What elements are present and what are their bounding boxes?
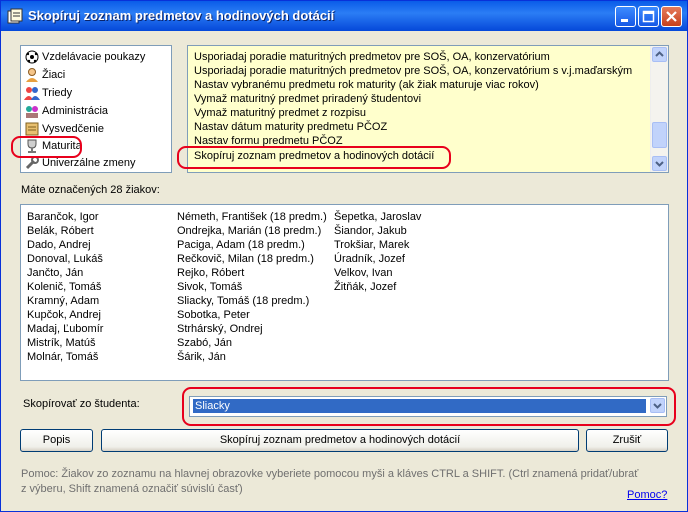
scroll-up-button[interactable]	[652, 47, 667, 62]
admin-icon	[26, 106, 38, 118]
student-item[interactable]: Kolenič, Tomáš	[27, 280, 101, 294]
action-item[interactable]: Nastav vybranému predmetu rok maturity (…	[194, 79, 539, 92]
student-item[interactable]: Szabó, Ján	[177, 336, 232, 350]
module-label: Vzdelávacie poukazy	[42, 51, 146, 63]
describe-button[interactable]: Popis	[20, 429, 93, 452]
module-item-triedy[interactable]: Triedy	[24, 85, 72, 101]
ball-icon	[25, 50, 39, 64]
module-item-vysvedcenie[interactable]: Vysvedčenie	[24, 121, 104, 137]
module-label: Univerzálne zmeny	[42, 157, 136, 169]
student-item[interactable]: Trokšiar, Marek	[334, 238, 409, 252]
student-item[interactable]: Belák, Róbert	[27, 224, 94, 238]
student-item[interactable]: Úradník, Jozef	[334, 252, 405, 266]
student-item[interactable]: Sliacky, Tomáš (18 predm.)	[177, 294, 309, 308]
student-item[interactable]: Sivok, Tomáš	[177, 280, 242, 294]
help-link[interactable]: Pomoc?	[627, 489, 667, 501]
student-item[interactable]: Kramný, Adam	[27, 294, 99, 308]
chevron-down-icon	[655, 161, 664, 167]
selected-count-label: Máte označených 28 žiakov:	[21, 184, 160, 196]
highlight-copy-from	[182, 387, 676, 426]
student-item[interactable]: Šiandor, Jakub	[334, 224, 407, 238]
scroll-down-button[interactable]	[652, 156, 667, 171]
cancel-button[interactable]: Zrušiť	[586, 429, 668, 452]
student-item[interactable]: Molnár, Tomáš	[27, 350, 98, 364]
action-item[interactable]: Usporiadaj poradie maturitných predmetov…	[194, 51, 550, 64]
execute-copy-button[interactable]: Skopíruj zoznam predmetov a hodinových d…	[101, 429, 579, 452]
module-label: Triedy	[42, 87, 73, 99]
student-icon	[26, 68, 38, 82]
maximize-icon	[642, 10, 655, 23]
student-item[interactable]: Strhárský, Ondrej	[177, 322, 263, 336]
module-label: Vysvedčenie	[42, 123, 104, 135]
copy-from-label: Skopírovať zo študenta:	[23, 398, 140, 410]
certificate-icon	[25, 122, 39, 136]
student-item[interactable]: Šepetka, Jaroslav	[334, 210, 421, 224]
minimize-icon	[621, 19, 628, 22]
module-item-vzdelavacie-poukazy[interactable]: Vzdelávacie poukazy	[24, 49, 145, 65]
action-item[interactable]: Usporiadaj poradie maturitných predmetov…	[194, 65, 632, 78]
module-label: Administrácia	[42, 105, 109, 117]
help-line-1: Pomoc: Žiakov zo zoznamu na hlavnej obra…	[21, 468, 639, 480]
module-item-administracia[interactable]: Administrácia	[24, 103, 108, 119]
module-label: Žiaci	[42, 69, 66, 81]
close-button[interactable]	[661, 6, 682, 27]
group-icon	[24, 87, 40, 100]
chevron-up-icon	[655, 51, 664, 57]
maximize-button[interactable]	[638, 6, 659, 27]
highlight-maturita	[11, 136, 82, 158]
action-item[interactable]: Vymaž maturitný predmet priradený študen…	[194, 93, 421, 106]
title-bar[interactable]: Skopíruj zoznam predmetov a hodinových d…	[1, 1, 687, 31]
student-item[interactable]: Sobotka, Peter	[177, 308, 250, 322]
action-list-scrollbar[interactable]	[650, 46, 668, 172]
student-item[interactable]: Šárik, Ján	[177, 350, 226, 364]
student-item[interactable]: Donoval, Lukáš	[27, 252, 103, 266]
student-item[interactable]: Mistrík, Matúš	[27, 336, 95, 350]
highlight-action	[177, 146, 451, 169]
student-item[interactable]: Madaj, Ľubomír	[27, 322, 103, 336]
scroll-thumb[interactable]	[652, 122, 667, 148]
close-icon	[666, 11, 677, 22]
student-item[interactable]: Paciga, Adam (18 predm.)	[177, 238, 305, 252]
dialog-window: Skopíruj zoznam predmetov a hodinových d…	[0, 0, 688, 512]
student-item[interactable]: Jančto, Ján	[27, 266, 83, 280]
student-item[interactable]: Žitňák, Jozef	[334, 280, 396, 294]
student-item[interactable]: Barančok, Igor	[27, 210, 99, 224]
student-item[interactable]: Dado, Andrej	[27, 238, 91, 252]
action-item[interactable]: Vymaž maturitný predmet z rozpisu	[194, 107, 366, 120]
window-title: Skopíruj zoznam predmetov a hodinových d…	[28, 8, 335, 23]
module-item-ziaci[interactable]: Žiaci	[24, 67, 65, 83]
student-item[interactable]: Velkov, Ivan	[334, 266, 393, 280]
student-item[interactable]: Németh, František (18 predm.)	[177, 210, 327, 224]
app-icon	[7, 8, 23, 24]
student-item[interactable]: Ondrejka, Marián (18 predm.)	[177, 224, 321, 238]
student-item[interactable]: Rejko, Róbert	[177, 266, 244, 280]
student-item[interactable]: Rečkovič, Milan (18 predm.)	[177, 252, 314, 266]
minimize-button[interactable]	[615, 6, 636, 27]
action-item[interactable]: Nastav dátum maturity predmetu PČOZ	[194, 121, 387, 134]
student-list[interactable]: Barančok, Igor Belák, Róbert Dado, Andrej D…	[20, 204, 669, 381]
help-line-2: z výberu, Shift znamená označiť súvislú …	[21, 483, 243, 495]
student-item[interactable]: Kupčok, Andrej	[27, 308, 101, 322]
